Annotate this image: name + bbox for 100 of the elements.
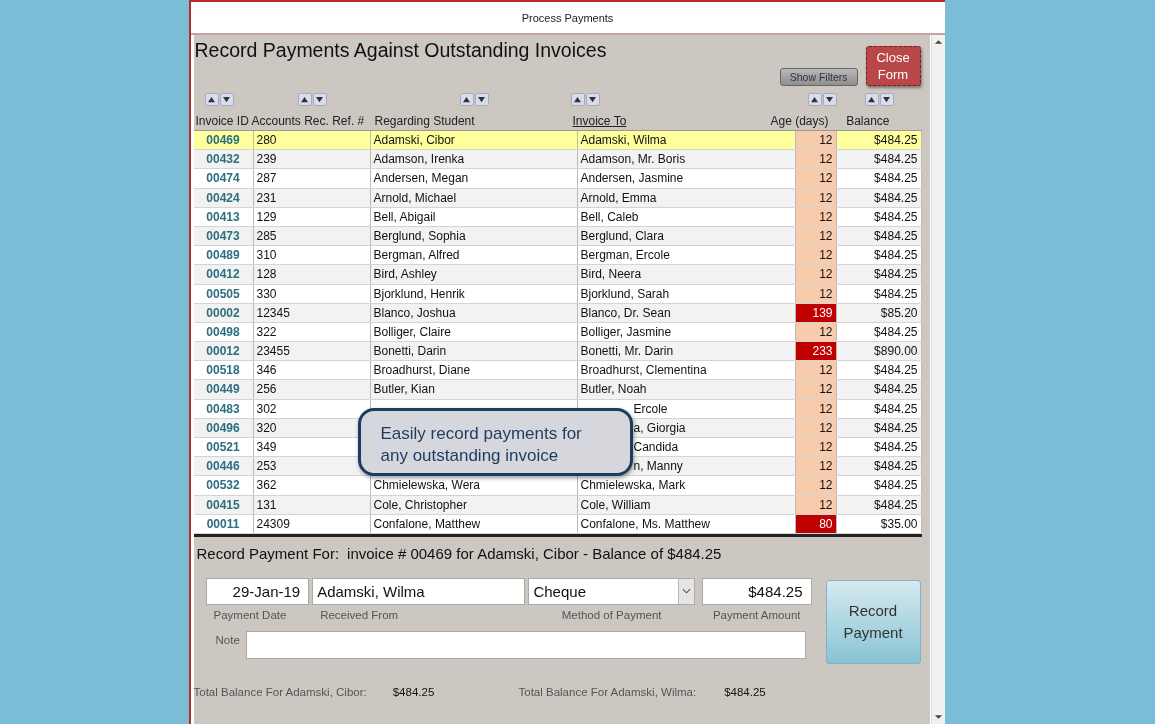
invoice-id-link[interactable]: 00532 xyxy=(193,476,254,495)
invoice-id-link[interactable]: 00446 xyxy=(193,457,254,476)
input-field[interactable]: 29-Jan-19 xyxy=(205,577,310,605)
table-cell: Adamson, Mr. Boris xyxy=(580,152,686,167)
table-cell: Bird, Neera xyxy=(580,267,642,282)
sort-descending-button[interactable] xyxy=(219,92,234,106)
sort-descending-button[interactable] xyxy=(585,92,600,106)
invoice-id-link[interactable]: 00011 xyxy=(193,514,254,533)
sort-descending-button[interactable] xyxy=(822,92,837,106)
table-cell: Cole, Christopher xyxy=(373,497,467,512)
record-payment-button[interactable]: Record Payment xyxy=(825,579,921,664)
sort-descending-button[interactable] xyxy=(312,92,327,106)
invoice-id-link[interactable]: 00002 xyxy=(193,303,254,322)
table-cell: $484.25 xyxy=(836,495,922,514)
invoice-id-link[interactable]: 00412 xyxy=(193,265,254,284)
invoice-id-link[interactable]: 00496 xyxy=(193,418,254,437)
table-cell: $484.25 xyxy=(836,226,922,246)
table-cell: Candida xyxy=(633,440,679,454)
column-header: Age (days) xyxy=(770,114,829,128)
invoice-id-link[interactable]: 00489 xyxy=(193,246,254,265)
total-value: $484.25 xyxy=(724,685,766,698)
input-field[interactable]: Adamski, Wilma xyxy=(312,577,526,605)
table-cell: 23455 xyxy=(253,342,371,361)
down-arrow-icon xyxy=(315,95,324,103)
scrollbar[interactable] xyxy=(930,35,945,724)
payment-method-dropdown[interactable]: Cheque xyxy=(528,577,695,605)
field-label: Method of Payment xyxy=(561,608,662,621)
sort-ascending-button[interactable] xyxy=(459,92,474,106)
show-filters-button[interactable]: Show Filters xyxy=(779,68,858,86)
table-cell: Cole, William xyxy=(580,497,651,512)
sort-ascending-button[interactable] xyxy=(204,92,219,106)
table-cell: $484.25 xyxy=(836,169,922,188)
form-title: Record Payments Against Outstanding Invoices xyxy=(193,38,607,63)
table-cell: $484.25 xyxy=(836,361,922,380)
down-arrow-icon xyxy=(222,95,231,103)
invoice-id-link[interactable]: 00012 xyxy=(193,342,254,361)
invoice-id-link[interactable]: 00474 xyxy=(193,169,254,188)
table-cell: $890.00 xyxy=(836,342,922,361)
up-arrow-icon xyxy=(462,95,471,103)
sort-ascending-button[interactable] xyxy=(297,92,312,106)
sort-ascending-button[interactable] xyxy=(570,92,585,106)
total-value: $484.25 xyxy=(392,685,435,698)
table-cell: Bolliger, Claire xyxy=(373,324,451,339)
table-cell: Bell, Abigail xyxy=(373,209,436,224)
input-field[interactable]: $484.25 xyxy=(701,577,812,605)
invoice-id-link[interactable]: 00473 xyxy=(193,226,254,246)
table-cell: 346 xyxy=(253,361,371,380)
age-cell: 12 xyxy=(795,150,837,169)
sort-ascending-button[interactable] xyxy=(864,92,879,106)
up-arrow-icon xyxy=(867,95,876,103)
invoice-id-link[interactable]: 00415 xyxy=(193,495,254,514)
down-arrow-icon xyxy=(588,95,597,103)
age-cell: 233 xyxy=(795,342,837,361)
table-cell: $484.25 xyxy=(836,380,922,399)
table-cell: Blanco, Joshua xyxy=(373,305,456,320)
invoice-id-link[interactable]: 00432 xyxy=(193,150,254,169)
age-cell: 12 xyxy=(795,380,837,399)
scroll-up-icon[interactable] xyxy=(933,39,943,45)
sort-ascending-button[interactable] xyxy=(807,92,822,106)
table-cell: Chmielewska, Wera xyxy=(373,478,480,493)
invoice-id-link[interactable]: 00521 xyxy=(193,438,254,457)
column-header: Balance xyxy=(846,114,890,128)
table-cell: Andersen, Jasmine xyxy=(580,171,684,186)
invoice-id-link[interactable]: 00424 xyxy=(193,188,254,207)
table-cell: Ercole xyxy=(633,401,668,416)
invoice-id-link[interactable]: 00498 xyxy=(193,322,254,342)
table-cell: Broadhurst, Clementina xyxy=(580,363,707,378)
sort-descending-button[interactable] xyxy=(474,92,489,106)
table-cell: a, Giorgia xyxy=(633,420,686,435)
age-cell: 12 xyxy=(795,169,837,188)
table-cell: 256 xyxy=(253,380,371,399)
note-field[interactable] xyxy=(245,630,806,659)
table-cell: Bjorklund, Sarah xyxy=(580,286,670,301)
caret-icon xyxy=(681,588,691,595)
table-cell: Bjorklund, Henrik xyxy=(373,286,465,301)
table-cell: Adamski, Wilma xyxy=(580,133,667,147)
invoice-id-link[interactable]: 00483 xyxy=(193,399,254,418)
field-label: Payment Amount xyxy=(712,608,801,621)
table-cell: 131 xyxy=(253,495,371,514)
total-label: Total Balance For Adamski, Cibor: xyxy=(193,685,367,698)
invoice-id-link[interactable]: 00518 xyxy=(193,361,254,380)
table-cell: $35.00 xyxy=(836,514,922,533)
age-cell: 12 xyxy=(795,438,837,457)
close-form-button[interactable]: Close Form xyxy=(865,46,921,86)
up-arrow-icon xyxy=(207,95,216,103)
column-header: Regarding Student xyxy=(374,114,475,128)
table-cell: 287 xyxy=(253,169,371,188)
invoice-id-link[interactable]: 00449 xyxy=(193,380,254,399)
up-arrow-icon xyxy=(810,95,819,103)
table-cell: 12345 xyxy=(253,303,371,322)
table-cell: Bergman, Ercole xyxy=(580,248,670,263)
invoice-id-link[interactable]: 00505 xyxy=(193,284,254,303)
table-cell: 239 xyxy=(253,150,371,169)
sort-descending-button[interactable] xyxy=(879,92,894,106)
callout: Easily record payments for any outstanding invoice xyxy=(357,408,633,476)
scroll-down-icon[interactable] xyxy=(933,714,943,720)
table-cell: $484.25 xyxy=(836,265,922,284)
invoice-id-link[interactable]: 00469 xyxy=(193,131,254,150)
age-cell: 12 xyxy=(795,361,837,380)
invoice-id-link[interactable]: 00413 xyxy=(193,207,254,226)
